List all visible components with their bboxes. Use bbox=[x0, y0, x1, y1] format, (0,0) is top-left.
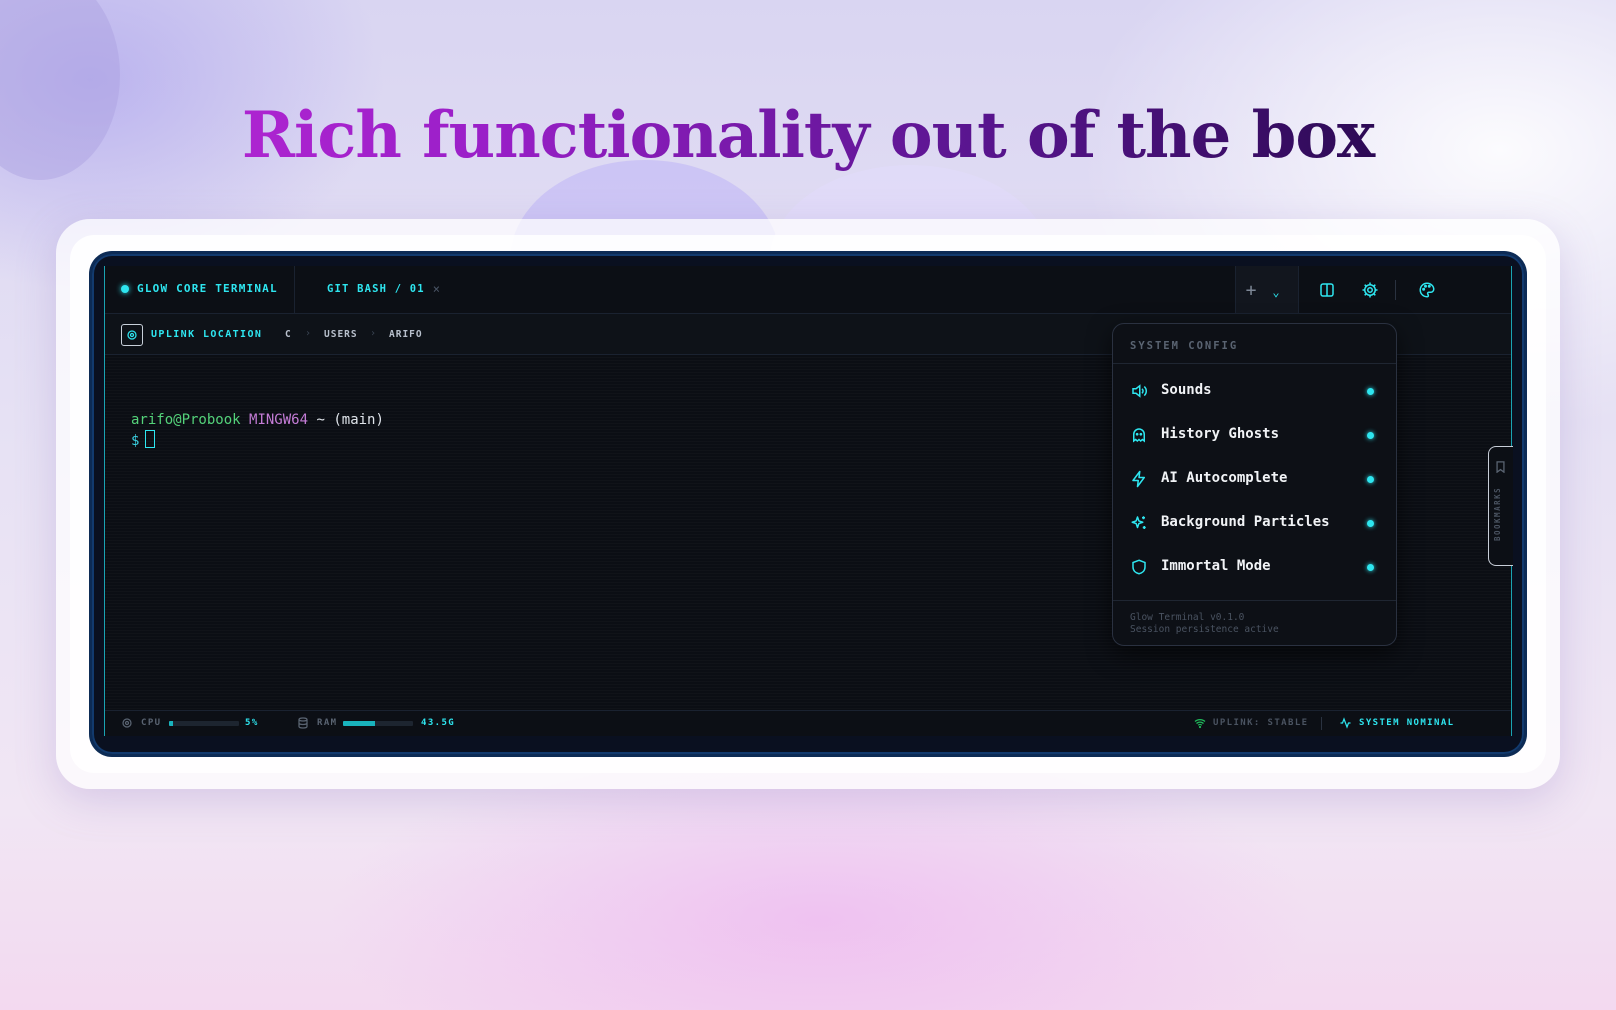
status-dot-icon bbox=[121, 284, 129, 293]
enabled-indicator bbox=[1367, 520, 1374, 527]
shield-icon bbox=[1132, 559, 1146, 575]
prompt-branch: (main) bbox=[333, 412, 384, 428]
breadcrumb-separator: › bbox=[305, 328, 312, 339]
palette-icon bbox=[1419, 282, 1435, 298]
option-label: History Ghosts bbox=[1161, 426, 1280, 442]
location-settings-button[interactable] bbox=[121, 324, 143, 346]
terminal-window: GLOW CORE TERMINAL GIT BASH / 01 × + ⌄ U… bbox=[92, 254, 1524, 754]
ram-label: RAM bbox=[317, 718, 338, 728]
ram-usage-fill bbox=[343, 721, 375, 726]
app-title: GLOW CORE TERMINAL bbox=[137, 282, 278, 295]
prompt-system: MINGW64 bbox=[249, 412, 309, 428]
divider bbox=[1113, 363, 1396, 364]
panel-footer: Glow Terminal v0.1.0 Session persistence… bbox=[1130, 612, 1279, 636]
speaker-icon bbox=[1132, 384, 1147, 398]
gear-icon bbox=[1362, 282, 1378, 298]
chevron-down-icon[interactable]: ⌄ bbox=[1267, 278, 1285, 306]
settings-button[interactable] bbox=[1356, 276, 1384, 304]
cpu-value: 5% bbox=[245, 718, 259, 728]
enabled-indicator bbox=[1367, 476, 1374, 483]
headline: Rich functionality out of the box bbox=[0, 98, 1616, 173]
session-status-text: Session persistence active bbox=[1130, 624, 1279, 635]
option-history-ghosts[interactable]: History Ghosts bbox=[1113, 413, 1396, 457]
title-bar: GLOW CORE TERMINAL GIT BASH / 01 × + ⌄ bbox=[105, 266, 1511, 314]
option-background-particles[interactable]: Background Particles bbox=[1113, 501, 1396, 545]
bookmarks-label: BOOKMARKS bbox=[1493, 486, 1502, 541]
ram-value: 43.5G bbox=[421, 718, 456, 728]
ghost-icon bbox=[1133, 428, 1145, 443]
gear-icon bbox=[127, 330, 137, 340]
option-label: AI Autocomplete bbox=[1161, 470, 1288, 486]
bookmark-icon bbox=[1496, 461, 1505, 473]
breadcrumb-item[interactable]: USERS bbox=[324, 329, 358, 340]
terminal-output[interactable]: arifo@Probook MINGW64 ~ (main) $ bbox=[131, 411, 384, 451]
prompt-line: arifo@Probook MINGW64 ~ (main) bbox=[131, 411, 384, 430]
close-tab-icon[interactable]: × bbox=[433, 282, 441, 296]
prompt-cwd: ~ bbox=[316, 412, 325, 428]
tab-label: GIT BASH / 01 bbox=[327, 283, 425, 295]
uplink-status: UPLINK: STABLE bbox=[1213, 718, 1309, 728]
split-view-icon bbox=[1320, 283, 1334, 297]
breadcrumb-item[interactable]: C bbox=[285, 329, 292, 340]
option-ai-autocomplete[interactable]: AI Autocomplete bbox=[1113, 457, 1396, 501]
version-text: Glow Terminal v0.1.0 bbox=[1130, 612, 1245, 623]
cpu-icon bbox=[122, 718, 132, 728]
ram-usage-bar bbox=[343, 721, 413, 726]
divider bbox=[1395, 280, 1396, 300]
theme-button[interactable] bbox=[1413, 276, 1441, 304]
prompt-user-host: arifo@Probook bbox=[131, 412, 241, 428]
prompt-symbol: $ bbox=[131, 433, 140, 449]
cpu-label: CPU bbox=[141, 718, 162, 728]
uplink-location-label: UPLINK LOCATION bbox=[151, 329, 263, 340]
sparkles-icon bbox=[1131, 516, 1146, 529]
app-brand: GLOW CORE TERMINAL bbox=[121, 282, 278, 295]
enabled-indicator bbox=[1367, 432, 1374, 439]
option-sounds[interactable]: Sounds bbox=[1113, 369, 1396, 413]
option-label: Background Particles bbox=[1161, 514, 1330, 530]
divider bbox=[1113, 600, 1396, 601]
option-immortal-mode[interactable]: Immortal Mode bbox=[1113, 545, 1396, 589]
breadcrumb-item[interactable]: ARIFO bbox=[389, 329, 423, 340]
terminal-body: GLOW CORE TERMINAL GIT BASH / 01 × + ⌄ U… bbox=[104, 266, 1513, 736]
divider bbox=[1321, 717, 1322, 730]
status-bar: CPU 5% RAM 43.5G UPLINK: STABLE SYSTEM N… bbox=[105, 710, 1511, 736]
new-tab-button[interactable]: + bbox=[1237, 276, 1265, 304]
text-cursor bbox=[145, 430, 156, 448]
option-label: Sounds bbox=[1161, 382, 1212, 398]
panel-title: SYSTEM CONFIG bbox=[1130, 340, 1239, 352]
tab-git-bash[interactable]: GIT BASH / 01 × bbox=[327, 282, 441, 296]
divider bbox=[294, 266, 295, 313]
enabled-indicator bbox=[1367, 388, 1374, 395]
enabled-indicator bbox=[1367, 564, 1374, 571]
option-label: Immortal Mode bbox=[1161, 558, 1271, 574]
system-config-panel: SYSTEM CONFIG Sounds History Ghosts AI A… bbox=[1112, 323, 1397, 646]
breadcrumb-separator: › bbox=[370, 328, 377, 339]
input-line[interactable]: $ bbox=[131, 430, 384, 451]
lightning-icon bbox=[1132, 470, 1145, 488]
bookmarks-tab[interactable]: BOOKMARKS bbox=[1488, 446, 1513, 566]
wifi-icon bbox=[1194, 719, 1206, 729]
cpu-usage-fill bbox=[169, 721, 173, 726]
system-status: SYSTEM NOMINAL bbox=[1359, 718, 1455, 728]
split-view-button[interactable] bbox=[1313, 276, 1341, 304]
activity-icon bbox=[1340, 717, 1351, 729]
cpu-usage-bar bbox=[169, 721, 239, 726]
database-icon bbox=[298, 717, 308, 729]
